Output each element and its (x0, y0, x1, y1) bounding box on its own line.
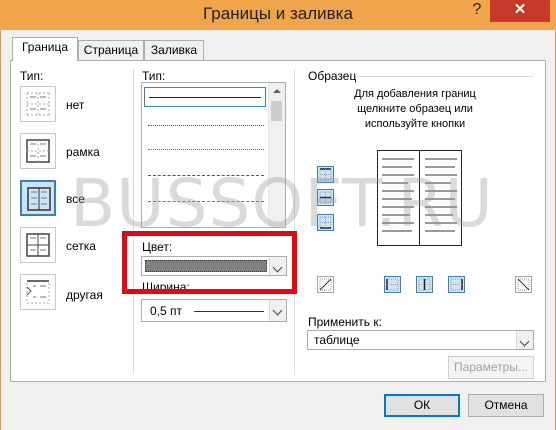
ok-button[interactable]: ОК (384, 394, 460, 417)
setting-none-label: нет (66, 98, 85, 112)
border-left-icon (386, 278, 399, 291)
scroll-up-icon[interactable] (273, 89, 281, 93)
border-custom-icon (26, 280, 50, 304)
diagonal-up-border-button[interactable] (317, 276, 334, 293)
preview-divider (357, 76, 533, 77)
setting-custom-button[interactable] (20, 274, 56, 310)
cancel-button[interactable]: Отмена (468, 394, 544, 417)
close-button[interactable]: ✕ (490, 0, 550, 22)
setting-none-button[interactable] (20, 86, 56, 122)
scroll-thumb[interactable] (271, 101, 282, 121)
selected-line-style[interactable] (144, 87, 266, 107)
left-border-button[interactable] (384, 276, 401, 293)
help-button[interactable]: ? (464, 0, 490, 22)
right-border-button[interactable] (448, 276, 465, 293)
width-line-sample (194, 311, 264, 312)
border-none-icon (26, 92, 50, 116)
setting-label: Тип: (20, 69, 44, 83)
border-all-icon (27, 187, 51, 211)
inside-vertical-border-button[interactable] (416, 276, 433, 293)
preview-hint-line1: Для добавления границ (354, 88, 476, 100)
tab-shading[interactable]: Заливка (144, 40, 204, 60)
width-dropdown[interactable]: 0,5 пт (141, 299, 287, 322)
line-style-dotted[interactable] (148, 125, 264, 126)
setting-custom-label: другая (66, 288, 103, 302)
chevron-down-icon[interactable] (269, 300, 286, 321)
apply-to-dropdown[interactable]: таблице (307, 330, 534, 350)
line-style-fine-dotted[interactable] (148, 149, 264, 150)
setting-all-button[interactable] (20, 180, 56, 216)
border-grid-icon (26, 233, 50, 257)
setting-grid-button[interactable] (20, 227, 56, 263)
apply-to-label: Применить к: (308, 315, 382, 329)
border-inside-vertical-icon (418, 278, 431, 291)
diagonal-down-border-button[interactable] (515, 276, 532, 293)
setting-box-button[interactable] (20, 133, 56, 169)
options-button[interactable]: Параметры... (448, 356, 534, 379)
chevron-down-icon[interactable] (516, 331, 533, 349)
style-label: Тип: (142, 69, 166, 83)
preview-label: Образец (308, 69, 357, 83)
border-diagonal-down-icon (517, 278, 530, 291)
border-diagonal-up-icon (319, 278, 332, 291)
setting-box-label: рамка (66, 145, 100, 159)
preview-hint-line3: используйте кнопки (364, 118, 466, 130)
watermark: BUSSOFT.RU (70, 165, 494, 242)
tab-page-border[interactable]: Страница (78, 40, 144, 60)
tab-borders[interactable]: Граница (12, 37, 78, 61)
apply-to-value: таблице (314, 333, 360, 347)
preview-hint-line2: щелкните образец или (357, 103, 473, 115)
border-right-icon (450, 278, 463, 291)
border-box-icon (26, 139, 50, 163)
width-value: 0,5 пт (150, 304, 183, 318)
